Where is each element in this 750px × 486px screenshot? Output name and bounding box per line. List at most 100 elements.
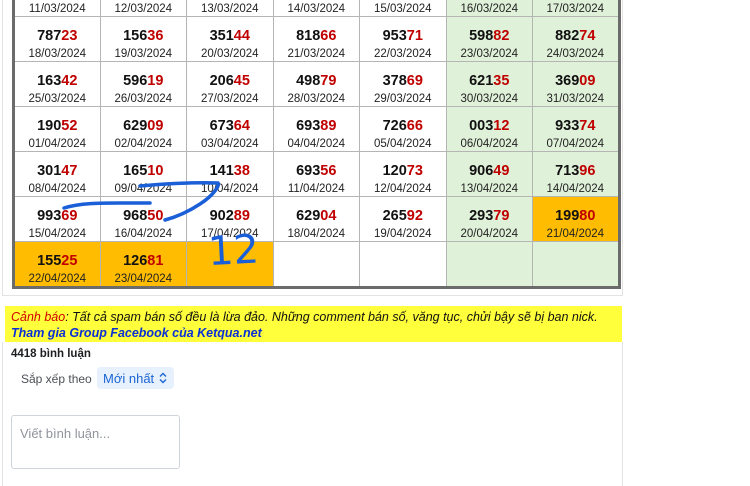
- result-head-digits: 199: [555, 208, 580, 224]
- result-tail-digits: 66: [406, 118, 423, 134]
- calendar-cell: 17/03/2024: [532, 0, 620, 17]
- facebook-group-link[interactable]: Tham gia Group Facebook của Ketqua.net: [11, 325, 616, 341]
- result-date: 11/04/2024: [287, 183, 345, 195]
- calendar-cell: 12/03/2024: [99, 0, 187, 17]
- result-tail-digits: 66: [320, 28, 337, 44]
- result-date: 18/04/2024: [287, 228, 346, 240]
- result-date: 23/03/2024: [460, 48, 519, 60]
- result-number: 71396: [533, 163, 618, 179]
- result-date: 07/04/2024: [546, 138, 605, 150]
- result-head-digits: 818: [296, 28, 321, 44]
- calendar-cell: [445, 241, 533, 288]
- result-number: 26592: [360, 208, 446, 224]
- calendar-cell: 37869 29/03/2024: [359, 61, 447, 107]
- result-tail-digits: 64: [233, 118, 250, 134]
- sort-dropdown[interactable]: Mới nhất: [97, 367, 175, 389]
- calendar-cell: 30147 08/04/2024: [13, 151, 101, 197]
- result-tail-digits: 79: [320, 73, 337, 89]
- result-tail-digits: 04: [320, 208, 337, 224]
- result-head-digits: 596: [123, 73, 148, 89]
- result-tail-digits: 80: [579, 208, 596, 224]
- result-date: 12/03/2024: [114, 3, 173, 15]
- result-date: 25/03/2024: [28, 93, 87, 105]
- sort-value: Mới nhất: [103, 370, 155, 386]
- result-number: 62904: [274, 208, 360, 224]
- result-date: 26/03/2024: [114, 93, 173, 105]
- result-number: [533, 253, 618, 269]
- calendar-cell: 59882 23/03/2024: [445, 16, 533, 62]
- result-tail-digits: 74: [579, 28, 596, 44]
- result-head-digits: 293: [469, 208, 494, 224]
- result-number: 69356: [274, 163, 360, 179]
- result-tail-digits: 74: [579, 118, 596, 134]
- result-date: 17/03/2024: [546, 3, 605, 15]
- comments-section: 4418 bình luận Sắp xếp theo Mới nhất Viế…: [2, 342, 623, 486]
- result-tail-digits: 50: [147, 208, 164, 224]
- result-head-digits: 126: [123, 253, 148, 269]
- calendar-cell: 15525 22/04/2024: [13, 241, 101, 288]
- result-number: 00312: [447, 118, 533, 134]
- result-number: 12073: [360, 163, 446, 179]
- calendar-cell: 16/03/2024: [445, 0, 533, 17]
- result-number: 29379: [447, 208, 533, 224]
- result-tail-digits: 89: [233, 208, 250, 224]
- result-tail-digits: 42: [61, 73, 78, 89]
- result-head-digits: 301: [37, 163, 62, 179]
- result-date: 28/03/2024: [287, 93, 346, 105]
- result-date: 20/03/2024: [200, 48, 259, 60]
- result-head-digits: 993: [37, 208, 62, 224]
- result-head-digits: 968: [123, 208, 148, 224]
- result-date: 14/03/2024: [287, 3, 346, 15]
- result-head-digits: 621: [469, 73, 494, 89]
- result-number: 12681: [101, 253, 187, 269]
- comment-input[interactable]: Viết bình luận...: [11, 415, 180, 469]
- calendar-cell: 49879 28/03/2024: [272, 61, 360, 107]
- result-tail-digits: 09: [579, 73, 596, 89]
- result-tail-digits: 81: [147, 253, 164, 269]
- result-head-digits: 206: [209, 73, 234, 89]
- result-date: 19/03/2024: [114, 48, 173, 60]
- calendar-cell: 93374 07/04/2024: [532, 106, 620, 152]
- result-number: 14138: [187, 163, 273, 179]
- result-date: 22/03/2024: [373, 48, 432, 60]
- results-calendar-table: 11/03/2024 12/03/2024 13/03/2024 14/03/2024…: [12, 0, 621, 289]
- calendar-cell: 69356 11/04/2024: [272, 151, 360, 197]
- calendar-cell: 13/03/2024: [186, 0, 274, 17]
- result-number: 19980: [533, 208, 618, 224]
- warning-line: Cảnh báo: Tất cả spam bán số đều là lừa …: [11, 309, 616, 325]
- result-head-digits: 190: [37, 118, 62, 134]
- result-number: 30147: [15, 163, 100, 179]
- calendar-cell: 14138 10/04/2024: [186, 151, 274, 197]
- result-date: 09/04/2024: [114, 183, 173, 195]
- result-date: 15/04/2024: [28, 228, 87, 240]
- result-date: 15/03/2024: [373, 3, 432, 15]
- result-tail-digits: 92: [406, 208, 423, 224]
- calendar-row: 30147 08/04/2024 16510 09/04/2024 14138 10/04…: [13, 151, 620, 197]
- calendar-cell: 62135 30/03/2024: [445, 61, 533, 107]
- result-tail-digits: 47: [61, 163, 78, 179]
- result-tail-digits: 96: [579, 163, 596, 179]
- result-tail-digits: 09: [147, 118, 164, 134]
- result-tail-digits: 25: [61, 253, 78, 269]
- result-tail-digits: 79: [493, 208, 510, 224]
- result-date: 05/04/2024: [373, 138, 432, 150]
- result-date: 20/04/2024: [460, 228, 519, 240]
- warning-label: Cảnh báo: [11, 310, 66, 324]
- result-head-digits: 673: [209, 118, 234, 134]
- result-number: 49879: [274, 73, 360, 89]
- result-date: 13/04/2024: [460, 183, 519, 195]
- result-date: 13/03/2024: [200, 3, 259, 15]
- result-head-digits: 369: [555, 73, 580, 89]
- result-tail-digits: 82: [493, 28, 510, 44]
- result-head-digits: 163: [37, 73, 62, 89]
- result-date: 23/04/2024: [114, 273, 173, 285]
- result-number: 99369: [15, 208, 100, 224]
- result-number: 93374: [533, 118, 618, 134]
- result-date: 01/04/2024: [28, 138, 87, 150]
- calendar-row: 15525 22/04/2024 12681 23/04/2024: [13, 241, 620, 288]
- calendar-cell: [186, 241, 274, 288]
- result-date: 16/04/2024: [114, 228, 173, 240]
- result-number: 67364: [187, 118, 273, 134]
- result-tail-digits: 44: [233, 28, 250, 44]
- calendar-cell: 95371 22/03/2024: [359, 16, 447, 62]
